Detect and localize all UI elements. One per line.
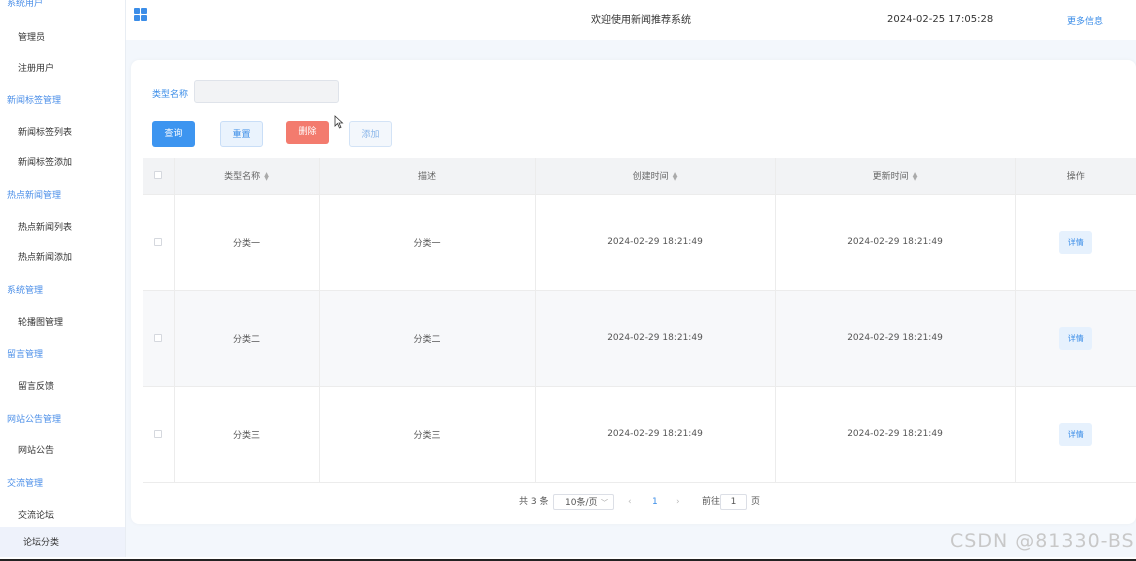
sidebar: 系统用户 管理员 注册用户 新闻标签管理 新闻标签列表 新闻标签添加 热点新闻管… <box>0 0 126 557</box>
sidebar-item-feedback[interactable]: 留言反馈 <box>18 379 54 392</box>
sidebar-group-exchange[interactable]: 交流管理 <box>7 476 43 489</box>
detail-button[interactable]: 详情 <box>1059 326 1093 350</box>
column-header-type-name[interactable]: 类型名称 ▲ ▼ <box>174 158 320 195</box>
cell-type-name: 分类一 <box>174 194 320 291</box>
row-checkbox[interactable] <box>143 290 175 387</box>
top-header: 欢迎使用新闻推荐系统 2024-02-25 17:05:28 更多信息 <box>126 0 1136 40</box>
query-button[interactable]: 查询 <box>152 121 195 147</box>
cell-created: 2024-02-29 18:21:49 <box>535 386 776 483</box>
sidebar-item-carousel[interactable]: 轮播图管理 <box>18 315 63 328</box>
sidebar-item-forum[interactable]: 交流论坛 <box>18 508 54 521</box>
cell-actions: 详情 <box>1015 386 1136 483</box>
row-checkbox[interactable] <box>143 194 175 291</box>
cell-actions: 详情 <box>1015 290 1136 387</box>
sidebar-group-news-tags[interactable]: 新闻标签管理 <box>7 93 61 106</box>
table-row: 分类二 分类二 2024-02-29 18:21:49 2024-02-29 1… <box>143 290 1136 387</box>
row-checkbox[interactable] <box>143 386 175 483</box>
cell-updated: 2024-02-29 18:21:49 <box>775 290 1016 387</box>
mouse-cursor-icon <box>334 115 344 129</box>
sidebar-item-admin[interactable]: 管理员 <box>18 30 45 43</box>
page-number-current[interactable]: 1 <box>652 494 658 510</box>
page-suffix-label: 页 <box>751 497 761 507</box>
type-name-label: 类型名称 <box>152 90 189 100</box>
cell-description: 分类三 <box>319 386 536 483</box>
chevron-right-icon[interactable]: › <box>676 494 680 510</box>
sidebar-group-hot-news[interactable]: 热点新闻管理 <box>7 188 61 201</box>
sidebar-item-news-tag-add[interactable]: 新闻标签添加 <box>18 155 72 168</box>
page-size-select[interactable]: 10条/页 ﹀ <box>553 494 614 510</box>
reset-button[interactable]: 重置 <box>220 121 263 147</box>
sidebar-group-system-users[interactable]: 系统用户 <box>7 0 43 9</box>
column-header-updated[interactable]: 更新时间 ▲ ▼ <box>775 158 1016 195</box>
column-header-actions: 操作 <box>1015 158 1136 195</box>
chevron-left-icon[interactable]: ‹ <box>628 494 632 510</box>
goto-page-input[interactable] <box>720 494 747 510</box>
sidebar-item-registered-users[interactable]: 注册用户 <box>18 61 54 74</box>
cell-created: 2024-02-29 18:21:49 <box>535 194 776 291</box>
watermark: CSDN @81330-BS <box>950 530 1135 552</box>
table-header-row: 类型名称 ▲ ▼ 描述 创建时间 ▲ ▼ 更新时间 ▲ ▼ 操作 <box>143 158 1136 195</box>
column-header-description: 描述 <box>319 158 536 195</box>
cell-type-name: 分类二 <box>174 290 320 387</box>
goto-label: 前往 <box>702 497 721 507</box>
sort-icon[interactable]: ▲ ▼ <box>913 171 918 181</box>
sidebar-item-announcement[interactable]: 网站公告 <box>18 443 54 456</box>
more-info-link[interactable]: 更多信息 <box>1067 14 1103 27</box>
sort-icon[interactable]: ▲ ▼ <box>673 171 678 181</box>
sidebar-group-messages[interactable]: 留言管理 <box>7 347 43 360</box>
table-row: 分类三 分类三 2024-02-29 18:21:49 2024-02-29 1… <box>143 386 1136 483</box>
sort-icon[interactable]: ▲ ▼ <box>264 171 269 181</box>
select-all-checkbox[interactable] <box>143 158 175 195</box>
cell-updated: 2024-02-29 18:21:49 <box>775 194 1016 291</box>
column-header-created[interactable]: 创建时间 ▲ ▼ <box>535 158 776 195</box>
sidebar-group-system[interactable]: 系统管理 <box>7 283 43 296</box>
cell-type-name: 分类三 <box>174 386 320 483</box>
add-button[interactable]: 添加 <box>349 121 392 147</box>
table-row: 分类一 分类一 2024-02-29 18:21:49 2024-02-29 1… <box>143 194 1136 291</box>
detail-button[interactable]: 详情 <box>1059 422 1093 446</box>
cell-actions: 详情 <box>1015 194 1136 291</box>
cell-description: 分类二 <box>319 290 536 387</box>
page-size-value: 10条/页 <box>565 498 598 508</box>
chevron-down-icon: ﹀ <box>601 499 608 507</box>
grid-icon[interactable] <box>134 8 147 21</box>
type-name-input[interactable] <box>194 80 339 103</box>
sidebar-item-hot-news-list[interactable]: 热点新闻列表 <box>18 220 72 233</box>
detail-button[interactable]: 详情 <box>1059 230 1093 254</box>
delete-button[interactable]: 删除 <box>286 121 329 144</box>
cell-updated: 2024-02-29 18:21:49 <box>775 386 1016 483</box>
sidebar-item-news-tag-list[interactable]: 新闻标签列表 <box>18 125 72 138</box>
pagination-total: 共 3 条 <box>519 497 549 507</box>
cell-description: 分类一 <box>319 194 536 291</box>
category-table: 类型名称 ▲ ▼ 描述 创建时间 ▲ ▼ 更新时间 ▲ ▼ 操作 分类一 分类一 2024-… <box>143 158 1136 483</box>
sidebar-group-announcements[interactable]: 网站公告管理 <box>7 412 61 425</box>
cell-created: 2024-02-29 18:21:49 <box>535 290 776 387</box>
header-datetime: 2024-02-25 17:05:28 <box>887 14 994 25</box>
sidebar-item-hot-news-add[interactable]: 热点新闻添加 <box>18 250 72 263</box>
page-title: 欢迎使用新闻推荐系统 <box>591 15 691 26</box>
sidebar-item-forum-category[interactable]: 论坛分类 <box>0 527 125 557</box>
